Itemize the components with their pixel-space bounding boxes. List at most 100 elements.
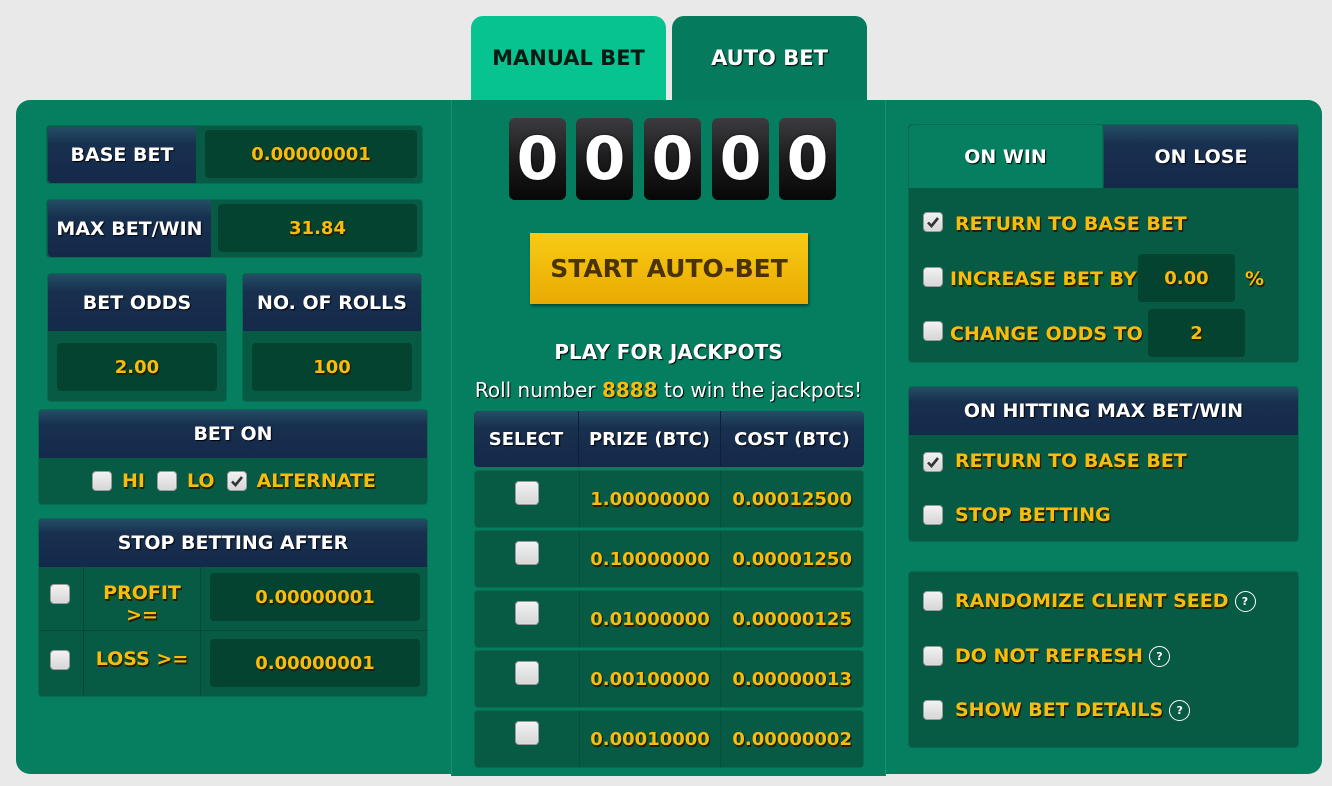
stop-betting-checkbox[interactable] [923, 505, 943, 525]
prize-cell: 0.00100000 [580, 651, 722, 707]
counter-digit: 0 [644, 118, 701, 200]
max-return-base-label: RETURN TO BASE BET [955, 450, 1187, 472]
tab-manual-bet-label: MANUAL BET [492, 46, 645, 70]
base-bet-input[interactable]: 0.00000001 [205, 130, 417, 178]
loss-input[interactable]: 0.00000001 [210, 639, 420, 687]
percent-label: % [1245, 268, 1265, 290]
base-bet-label: BASE BET [48, 127, 196, 183]
show-bet-details-label: SHOW BET DETAILS [955, 699, 1164, 721]
lo-checkbox[interactable] [156, 471, 177, 491]
jackpot-row: 0.10000000 0.00001250 [474, 530, 864, 588]
tab-manual-bet[interactable]: MANUAL BET [471, 16, 666, 106]
show-bet-details-row: SHOW BET DETAILS ? [923, 699, 1191, 721]
counter-digit: 0 [779, 118, 836, 200]
increase-bet-label: INCREASE BET BY [950, 268, 1137, 290]
cost-cell: 0.00000125 [732, 608, 852, 630]
jackpot-select-checkbox[interactable] [514, 481, 539, 505]
num-rolls-input[interactable]: 100 [252, 343, 412, 391]
start-auto-bet-button[interactable]: START AUTO-BET [530, 233, 808, 304]
counter-digit: 0 [712, 118, 769, 200]
stop-betting-label: STOP BETTING [955, 504, 1111, 526]
jackpot-text-before: Roll number [474, 378, 602, 402]
prize-cell: 1.00000000 [580, 471, 722, 527]
hi-checkbox[interactable] [92, 471, 112, 491]
tab-on-lose[interactable]: ON LOSE [1104, 125, 1298, 188]
return-base-bet-label: RETURN TO BASE BET [955, 213, 1187, 235]
hi-label: HI [122, 470, 145, 492]
num-rolls-label: NO. OF ROLLS [243, 274, 421, 331]
jackpot-select-checkbox[interactable] [514, 721, 539, 745]
return-base-bet-checkbox[interactable] [923, 212, 943, 232]
select-cell [475, 531, 580, 587]
max-bet-win-label: MAX BET/WIN [48, 200, 211, 257]
increase-bet-input[interactable]: 0.00 [1138, 254, 1235, 302]
tab-auto-bet-label: AUTO BET [711, 46, 828, 70]
jackpot-title: PLAY FOR JACKPOTS [554, 340, 783, 364]
header-prize: PRIZE (BTC) [579, 411, 721, 467]
jackpot-text-after: to win the jackpots! [657, 378, 863, 402]
randomize-seed-label: RANDOMIZE CLIENT SEED [955, 590, 1229, 612]
change-odds-label: CHANGE ODDS TO [950, 323, 1143, 345]
tab-on-win[interactable]: ON WIN [909, 125, 1103, 188]
prize-cell: 0.01000000 [580, 591, 722, 647]
change-odds-checkbox[interactable] [923, 321, 943, 341]
jackpot-row: 0.00100000 0.00000013 [474, 650, 864, 708]
loss-label: LOSS >= [95, 648, 189, 670]
do-not-refresh-checkbox[interactable] [923, 646, 943, 666]
cost-cell: 0.00001250 [732, 548, 852, 570]
checkmark-icon [927, 457, 940, 468]
change-odds-input[interactable]: 2 [1148, 309, 1245, 357]
jackpot-row: 0.00010000 0.00000002 [474, 710, 864, 768]
divider [39, 630, 427, 631]
help-icon[interactable]: ? [1169, 699, 1191, 721]
select-cell [475, 591, 580, 647]
show-bet-details-checkbox[interactable] [923, 700, 943, 720]
loss-checkbox[interactable] [50, 650, 70, 670]
divider [200, 567, 201, 695]
prize-cell: 0.10000000 [580, 531, 722, 587]
jackpot-select-checkbox[interactable] [514, 541, 539, 565]
profit-checkbox[interactable] [50, 584, 70, 604]
profit-input[interactable]: 0.00000001 [210, 573, 420, 621]
lo-label: LO [186, 470, 215, 492]
help-icon[interactable]: ? [1148, 645, 1170, 667]
do-not-refresh-label: DO NOT REFRESH [955, 645, 1143, 667]
bet-on-options: HI LO ALTERNATE [92, 467, 376, 495]
jackpot-select-checkbox[interactable] [514, 601, 539, 625]
bet-odds-label: BET ODDS [48, 274, 226, 331]
bet-on-title: BET ON [39, 410, 427, 458]
jackpot-number: 8888 [601, 378, 658, 402]
randomize-seed-checkbox[interactable] [923, 591, 943, 611]
header-cost: COST (BTC) [734, 428, 850, 450]
jackpot-row: 0.01000000 0.00000125 [474, 590, 864, 648]
max-return-base-checkbox[interactable] [923, 452, 943, 472]
checkmark-icon [927, 217, 940, 228]
max-bet-win-input[interactable]: 31.84 [218, 204, 417, 252]
bet-odds-input[interactable]: 2.00 [57, 343, 217, 391]
randomize-seed-row: RANDOMIZE CLIENT SEED ? [923, 590, 1256, 612]
jackpot-text: Roll number 8888 to win the jackpots! [451, 378, 886, 402]
stop-betting-title: STOP BETTING AFTER [39, 519, 427, 567]
jackpot-table-header: SELECT PRIZE (BTC) COST (BTC) [474, 411, 864, 467]
help-icon[interactable]: ? [1234, 590, 1256, 612]
jackpot-select-checkbox[interactable] [514, 661, 539, 685]
counter-digit: 0 [509, 118, 566, 200]
cost-cell: 0.00000002 [732, 728, 852, 750]
prize-cell: 0.00010000 [580, 711, 722, 767]
alternate-checkbox[interactable] [226, 471, 247, 491]
tab-auto-bet[interactable]: AUTO BET [672, 16, 867, 106]
jackpot-row: 1.00000000 0.00012500 [474, 470, 864, 528]
on-hitting-max-title: ON HITTING MAX BET/WIN [909, 387, 1298, 435]
do-not-refresh-row: DO NOT REFRESH ? [923, 645, 1170, 667]
select-cell [475, 711, 580, 767]
checkmark-icon [230, 476, 243, 487]
counter-digit: 0 [576, 118, 633, 200]
profit-label: PROFIT >= [103, 582, 181, 626]
cost-cell: 0.00000013 [732, 668, 852, 690]
increase-bet-checkbox[interactable] [923, 267, 943, 287]
select-cell [475, 471, 580, 527]
header-select: SELECT [474, 411, 579, 467]
on-win-label: ON WIN [964, 145, 1047, 168]
cost-cell: 0.00012500 [732, 488, 852, 510]
alternate-label: ALTERNATE [256, 470, 376, 492]
